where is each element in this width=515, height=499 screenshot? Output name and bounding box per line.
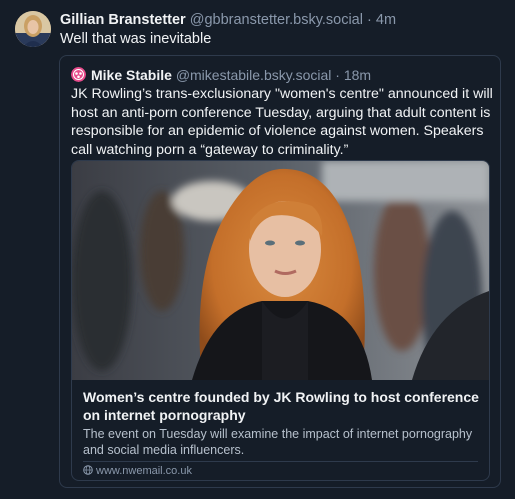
separator-dot: ·	[367, 12, 372, 28]
link-card-description: The event on Tuesday will examine the im…	[83, 427, 473, 457]
post-header: Gillian Branstetter @gbbranstetter.bsky.…	[60, 11, 396, 29]
globe-icon	[83, 465, 93, 475]
link-card-image	[72, 161, 489, 380]
post-timestamp[interactable]: 4m	[376, 12, 396, 28]
quoted-post[interactable]: Mike Stabile @mikestabile.bsky.social · …	[59, 55, 501, 488]
author-avatar[interactable]	[15, 11, 51, 47]
author-handle[interactable]: @gbbranstetter.bsky.social	[190, 12, 363, 28]
quote-author-avatar[interactable]	[71, 67, 86, 82]
link-card[interactable]: Women’s centre founded by JK Rowling to …	[71, 160, 490, 481]
author-name[interactable]: Gillian Branstetter	[60, 12, 186, 28]
link-card-domain: www.nwemail.co.uk	[96, 465, 192, 477]
quote-header: Mike Stabile @mikestabile.bsky.social · …	[71, 66, 371, 84]
link-card-title: Women’s centre founded by JK Rowling to …	[83, 389, 479, 423]
link-card-divider	[83, 461, 478, 462]
quote-author-name[interactable]: Mike Stabile	[91, 67, 172, 83]
post: Gillian Branstetter @gbbranstetter.bsky.…	[0, 0, 515, 499]
link-card-domain-row: www.nwemail.co.uk	[83, 464, 192, 478]
quote-timestamp[interactable]: 18m	[344, 67, 371, 83]
quote-text: JK Rowling’s trans-exclusionary "women's…	[71, 86, 493, 158]
separator-dot: ·	[335, 67, 340, 83]
post-text: Well that was inevitable	[60, 31, 212, 47]
quote-author-handle[interactable]: @mikestabile.bsky.social	[176, 67, 332, 83]
